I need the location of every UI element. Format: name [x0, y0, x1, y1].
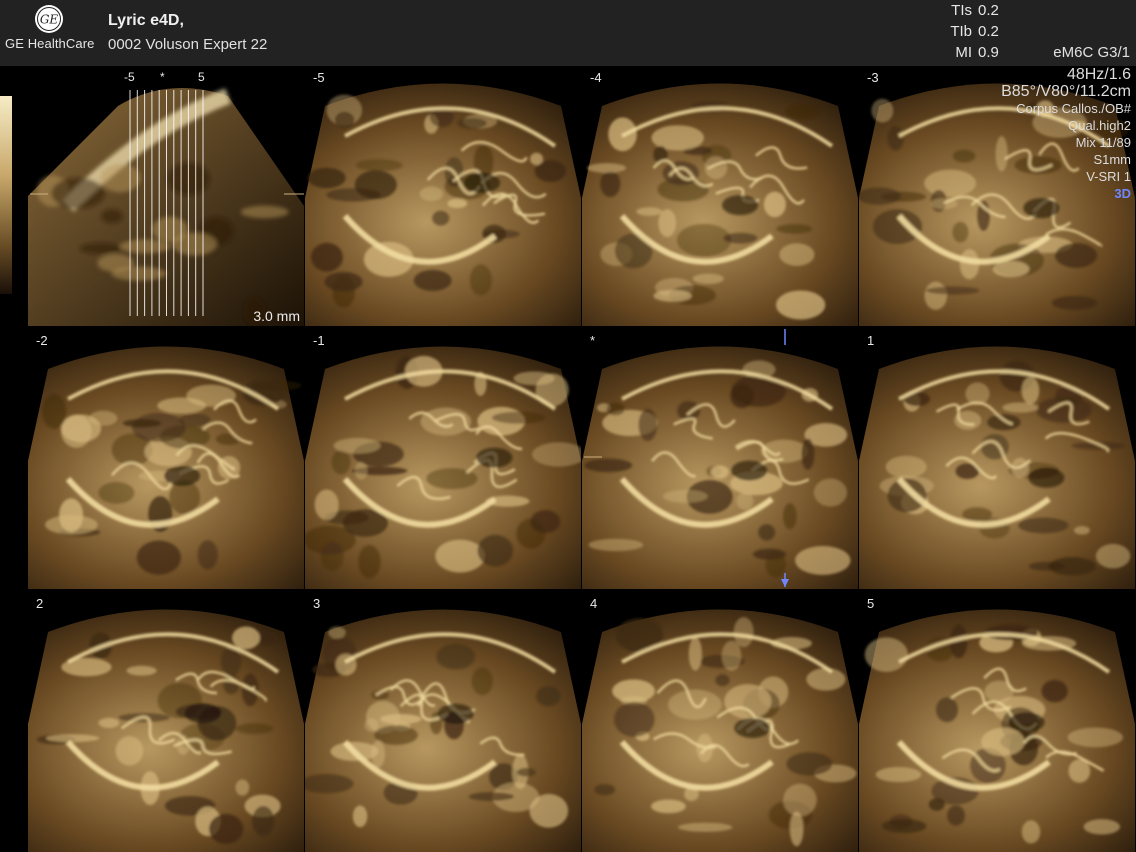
- slice-image: [305, 609, 581, 852]
- render-mode: V-SRI 1: [1086, 169, 1131, 184]
- slice-label: -4: [590, 70, 602, 85]
- tis-label: TIs: [951, 2, 972, 19]
- reference-image: [28, 88, 304, 326]
- slice-image: [305, 346, 581, 589]
- tis-value: 0.2: [978, 2, 999, 19]
- mi-value: 0.9: [978, 44, 999, 61]
- slice-tile[interactable]: 1: [859, 329, 1135, 589]
- slice-image: [859, 346, 1135, 589]
- slice-label: 2: [36, 596, 44, 611]
- mi-label: MI: [955, 44, 972, 61]
- ge-logo-icon: GE: [35, 5, 63, 33]
- mode-3d[interactable]: 3D: [1001, 185, 1131, 202]
- slice-label: *: [590, 333, 596, 348]
- header-bar: GE GE HealthCare Lyric e4D, 0002 Voluson…: [0, 0, 1136, 66]
- tib-label: TIb: [950, 23, 972, 40]
- slice-image: [859, 609, 1135, 852]
- ref-mark-left: -5: [124, 70, 135, 84]
- slice-image: [305, 83, 581, 326]
- slice-label: -5: [313, 70, 325, 85]
- slice-image: [582, 329, 858, 589]
- logo-block: GE GE HealthCare: [0, 0, 100, 66]
- slice-tile[interactable]: -5: [305, 66, 581, 326]
- slice-tile[interactable]: 3: [305, 592, 581, 852]
- tib-value: 0.2: [978, 23, 999, 40]
- slice-tile[interactable]: -2: [28, 329, 304, 589]
- patient-line: Lyric e4D,: [108, 12, 184, 29]
- center-slice-tile[interactable]: *: [582, 329, 858, 589]
- slice-label: -3: [867, 70, 879, 85]
- slice-label: -1: [313, 333, 325, 348]
- probe-id: eM6C G3/1: [1053, 44, 1130, 61]
- slice-label: 4: [590, 596, 598, 611]
- frame-rate: 48Hz/1.6: [1066, 66, 1131, 83]
- slice-label: 3: [313, 596, 321, 611]
- slice-label: 1: [867, 333, 875, 348]
- slice-image: [28, 609, 304, 852]
- slice-thickness: S1mm: [1093, 152, 1131, 167]
- slice-tile[interactable]: 5: [859, 592, 1135, 852]
- brand-text: GE HealthCare: [5, 36, 95, 51]
- grayscale-bar: [0, 96, 12, 294]
- ref-mark-center: *: [160, 70, 165, 84]
- slice-tile[interactable]: -1: [305, 329, 581, 589]
- acquisition-parameters: 48Hz/1.6 B85°/V80°/11.2cm Corpus Callos.…: [1001, 66, 1131, 202]
- slice-spacing-label: 3.0 mm: [253, 308, 300, 324]
- slice-image: [582, 83, 858, 326]
- slice-tile[interactable]: 4: [582, 592, 858, 852]
- device-line: 0002 Voluson Expert 22: [108, 36, 268, 53]
- reference-tile[interactable]: -5 * 5 3.0 mm: [28, 66, 304, 326]
- ref-mark-right: 5: [198, 70, 205, 84]
- geometry: B85°/V80°/11.2cm: [1001, 83, 1131, 100]
- slice-tile[interactable]: 2: [28, 592, 304, 852]
- slice-label: -2: [36, 333, 48, 348]
- quality: Qual.high2: [1068, 118, 1131, 133]
- slice-label: 5: [867, 596, 875, 611]
- preset: Corpus Callos./OB#: [1016, 101, 1131, 116]
- slice-image: [582, 609, 858, 852]
- slice-tile[interactable]: -4: [582, 66, 858, 326]
- slice-image: [28, 346, 304, 589]
- mix: Mix 11/89: [1075, 135, 1131, 150]
- ge-logo-text: GE: [40, 13, 59, 27]
